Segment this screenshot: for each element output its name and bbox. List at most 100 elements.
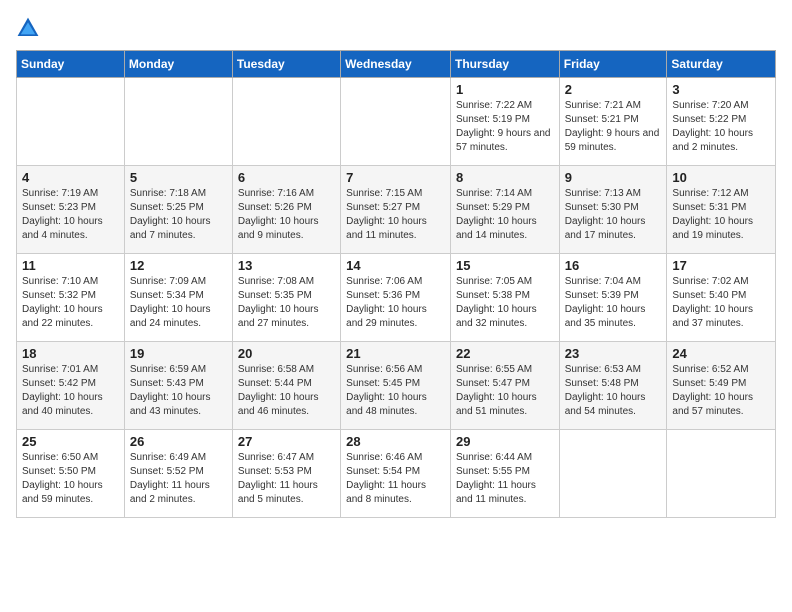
calendar-cell: 2Sunrise: 7:21 AMSunset: 5:21 PMDaylight… [559, 78, 667, 166]
day-number: 15 [456, 258, 554, 273]
calendar-cell: 28 Sunrise: 6:46 AMSunset: 5:54 PMDayligh… [341, 430, 451, 518]
calendar-cell: 16 Sunrise: 7:04 AMSunset: 5:39 PMDayligh… [559, 254, 667, 342]
day-number: 7 [346, 170, 445, 185]
calendar-table: SundayMondayTuesdayWednesdayThursdayFrid… [16, 50, 776, 518]
day-info: Sunrise: 7:05 AMSunset: 5:38 PMDaylight:… [456, 275, 554, 331]
calendar-cell: 9 Sunrise: 7:13 AMSunset: 5:30 PMDaylight… [559, 166, 667, 254]
calendar-cell: 5 Sunrise: 7:18 AMSunset: 5:25 PMDaylight… [124, 166, 232, 254]
day-number: 25 [22, 434, 119, 449]
day-info: Sunrise: 7:08 AMSunset: 5:35 PMDaylight:… [238, 275, 335, 331]
calendar-cell: 1 Sunrise: 7:22 AMSunset: 5:19 PMDaylight… [450, 78, 559, 166]
header [16, 16, 776, 40]
day-number: 18 [22, 346, 119, 361]
calendar-cell [124, 78, 232, 166]
day-number: 14 [346, 258, 445, 273]
day-number: 24 [672, 346, 770, 361]
day-info: Sunrise: 6:50 AMSunset: 5:50 PMDaylight:… [22, 451, 119, 507]
day-number: 21 [346, 346, 445, 361]
calendar-cell: 21 Sunrise: 6:56 AMSunset: 5:45 PMDayligh… [341, 342, 451, 430]
day-info: Sunrise: 6:56 AMSunset: 5:45 PMDaylight:… [346, 363, 445, 419]
day-number: 28 [346, 434, 445, 449]
calendar-cell [667, 430, 776, 518]
day-info: Sunrise: 7:04 AMSunset: 5:39 PMDaylight:… [565, 275, 662, 331]
header-friday: Friday [559, 51, 667, 78]
calendar-cell: 6 Sunrise: 7:16 AMSunset: 5:26 PMDaylight… [232, 166, 340, 254]
calendar-cell: 17Sunrise: 7:02 AMSunset: 5:40 PMDayligh… [667, 254, 776, 342]
day-info: Sunrise: 7:19 AMSunset: 5:23 PMDaylight:… [22, 187, 119, 243]
calendar-cell: 20 Sunrise: 6:58 AMSunset: 5:44 PMDayligh… [232, 342, 340, 430]
calendar-cell: 19 Sunrise: 6:59 AMSunset: 5:43 PMDayligh… [124, 342, 232, 430]
day-info: Sunrise: 7:22 AMSunset: 5:19 PMDaylight:… [456, 99, 554, 155]
day-number: 23 [565, 346, 662, 361]
calendar-cell: 22 Sunrise: 6:55 AMSunset: 5:47 PMDayligh… [450, 342, 559, 430]
header-saturday: Saturday [667, 51, 776, 78]
day-info: Sunrise: 6:55 AMSunset: 5:47 PMDaylight:… [456, 363, 554, 419]
calendar-cell: 8 Sunrise: 7:14 AMSunset: 5:29 PMDaylight… [450, 166, 559, 254]
calendar-cell: 15 Sunrise: 7:05 AMSunset: 5:38 PMDayligh… [450, 254, 559, 342]
day-number: 17 [672, 258, 770, 273]
header-sunday: Sunday [17, 51, 125, 78]
day-number: 19 [130, 346, 227, 361]
calendar-cell: 10Sunrise: 7:12 AMSunset: 5:31 PMDayligh… [667, 166, 776, 254]
day-info: Sunrise: 7:10 AMSunset: 5:32 PMDaylight:… [22, 275, 119, 331]
calendar-cell: 14 Sunrise: 7:06 AMSunset: 5:36 PMDayligh… [341, 254, 451, 342]
calendar-cell: 3Sunrise: 7:20 AMSunset: 5:22 PMDaylight… [667, 78, 776, 166]
day-info: Sunrise: 7:01 AMSunset: 5:42 PMDaylight:… [22, 363, 119, 419]
header-monday: Monday [124, 51, 232, 78]
day-info: Sunrise: 6:49 AMSunset: 5:52 PMDaylight:… [130, 451, 227, 507]
header-wednesday: Wednesday [341, 51, 451, 78]
day-info: Sunrise: 7:06 AMSunset: 5:36 PMDaylight:… [346, 275, 445, 331]
day-info: Sunrise: 6:59 AMSunset: 5:43 PMDaylight:… [130, 363, 227, 419]
header-thursday: Thursday [450, 51, 559, 78]
calendar-cell [17, 78, 125, 166]
logo-icon [16, 16, 40, 40]
calendar-cell: 12 Sunrise: 7:09 AMSunset: 5:34 PMDayligh… [124, 254, 232, 342]
day-number: 10 [672, 170, 770, 185]
day-number: 8 [456, 170, 554, 185]
calendar-week-row: 11 Sunrise: 7:10 AMSunset: 5:32 PMDayligh… [17, 254, 776, 342]
calendar-cell [232, 78, 340, 166]
day-info: Sunrise: 7:09 AMSunset: 5:34 PMDaylight:… [130, 275, 227, 331]
calendar-cell: 4 Sunrise: 7:19 AMSunset: 5:23 PMDaylight… [17, 166, 125, 254]
day-info: Sunrise: 7:13 AMSunset: 5:30 PMDaylight:… [565, 187, 662, 243]
day-number: 9 [565, 170, 662, 185]
day-info: Sunrise: 6:58 AMSunset: 5:44 PMDaylight:… [238, 363, 335, 419]
day-number: 4 [22, 170, 119, 185]
calendar-cell: 25 Sunrise: 6:50 AMSunset: 5:50 PMDayligh… [17, 430, 125, 518]
day-info: Sunrise: 7:16 AMSunset: 5:26 PMDaylight:… [238, 187, 335, 243]
calendar-cell: 26 Sunrise: 6:49 AMSunset: 5:52 PMDayligh… [124, 430, 232, 518]
calendar-week-row: 25 Sunrise: 6:50 AMSunset: 5:50 PMDayligh… [17, 430, 776, 518]
day-info: Sunrise: 6:47 AMSunset: 5:53 PMDaylight:… [238, 451, 335, 507]
day-number: 6 [238, 170, 335, 185]
day-info: Sunrise: 7:20 AMSunset: 5:22 PMDaylight:… [672, 99, 770, 155]
day-info: Sunrise: 6:52 AMSunset: 5:49 PMDaylight:… [672, 363, 770, 419]
logo [16, 16, 44, 40]
day-number: 26 [130, 434, 227, 449]
calendar-cell: 13 Sunrise: 7:08 AMSunset: 5:35 PMDayligh… [232, 254, 340, 342]
day-number: 1 [456, 82, 554, 97]
day-number: 27 [238, 434, 335, 449]
calendar-cell: 11 Sunrise: 7:10 AMSunset: 5:32 PMDayligh… [17, 254, 125, 342]
day-info: Sunrise: 7:18 AMSunset: 5:25 PMDaylight:… [130, 187, 227, 243]
day-info: Sunrise: 7:14 AMSunset: 5:29 PMDaylight:… [456, 187, 554, 243]
header-tuesday: Tuesday [232, 51, 340, 78]
day-number: 22 [456, 346, 554, 361]
calendar-cell: 7Sunrise: 7:15 AMSunset: 5:27 PMDaylight… [341, 166, 451, 254]
calendar-week-row: 18 Sunrise: 7:01 AMSunset: 5:42 PMDayligh… [17, 342, 776, 430]
day-number: 20 [238, 346, 335, 361]
day-number: 16 [565, 258, 662, 273]
day-info: Sunrise: 6:44 AMSunset: 5:55 PMDaylight:… [456, 451, 554, 507]
day-info: Sunrise: 7:21 AMSunset: 5:21 PMDaylight:… [565, 99, 662, 155]
calendar-cell: 24 Sunrise: 6:52 AMSunset: 5:49 PMDayligh… [667, 342, 776, 430]
day-number: 11 [22, 258, 119, 273]
day-number: 5 [130, 170, 227, 185]
day-number: 29 [456, 434, 554, 449]
day-info: Sunrise: 6:46 AMSunset: 5:54 PMDaylight:… [346, 451, 445, 507]
calendar-cell: 27 Sunrise: 6:47 AMSunset: 5:53 PMDayligh… [232, 430, 340, 518]
calendar-cell: 29 Sunrise: 6:44 AMSunset: 5:55 PMDayligh… [450, 430, 559, 518]
day-number: 12 [130, 258, 227, 273]
calendar-week-row: 4 Sunrise: 7:19 AMSunset: 5:23 PMDaylight… [17, 166, 776, 254]
calendar-week-row: 1 Sunrise: 7:22 AMSunset: 5:19 PMDaylight… [17, 78, 776, 166]
calendar-cell: 18 Sunrise: 7:01 AMSunset: 5:42 PMDayligh… [17, 342, 125, 430]
day-number: 13 [238, 258, 335, 273]
